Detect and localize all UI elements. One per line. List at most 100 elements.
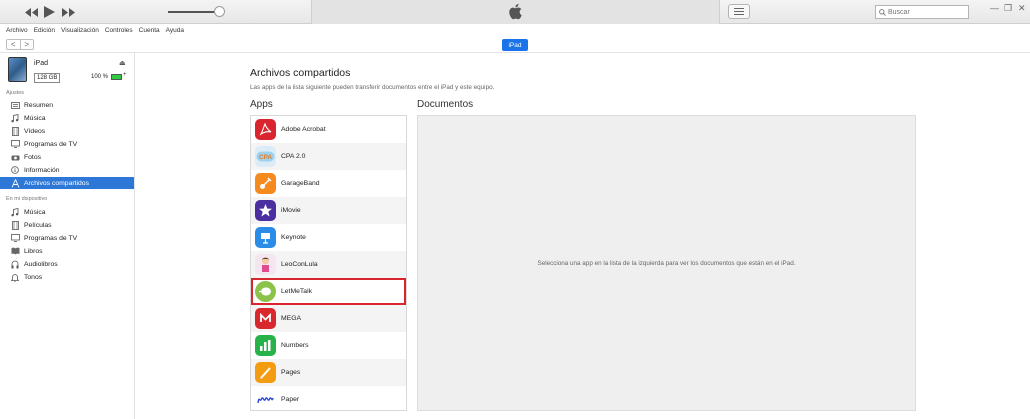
close-button[interactable]: ✕	[1018, 3, 1026, 14]
app-row-letmetalk[interactable]: LetMeTalk	[251, 278, 406, 305]
fast-forward-button[interactable]	[60, 4, 76, 20]
menu-cuenta[interactable]: Cuenta	[139, 27, 160, 34]
camera-icon	[10, 153, 20, 162]
sidebar-item-musica[interactable]: Música	[0, 112, 134, 124]
svg-text:CPA: CPA	[259, 154, 273, 161]
sidebar-item-label: Programas de TV	[24, 140, 78, 148]
sidebar-item-label: Vídeos	[24, 127, 46, 135]
play-icon	[43, 6, 55, 18]
rewind-button[interactable]	[23, 4, 39, 20]
battery-percent: 100 %	[91, 74, 109, 80]
sidebar-item-fotos[interactable]: Fotos	[0, 151, 134, 163]
mega-icon	[255, 308, 276, 329]
sidebar-item-archivos-compartidos[interactable]: Archivos compartidos	[0, 177, 134, 189]
volume-slider[interactable]	[168, 11, 220, 13]
sidebar-item-device-programas-tv[interactable]: Programas de TV	[0, 232, 134, 244]
app-row-mega[interactable]: MEGA	[251, 305, 406, 332]
app-row-garageband[interactable]: GarageBand	[251, 170, 406, 197]
sidebar-item-device-libros[interactable]: Libros	[0, 245, 134, 257]
page-title: Archivos compartidos	[250, 67, 351, 79]
paper-icon	[255, 389, 276, 410]
sidebar-item-label: Programas de TV	[24, 234, 78, 242]
book-icon	[10, 247, 20, 256]
app-row-leoconlula[interactable]: LeoConLula	[251, 251, 406, 278]
app-name: iMovie	[281, 207, 301, 214]
sidebar-item-label: Audiolibros	[24, 260, 58, 268]
app-name: Adobe Acrobat	[281, 126, 326, 133]
sidebar-item-videos[interactable]: Vídeos	[0, 125, 134, 137]
app-name: LeoConLula	[281, 261, 318, 268]
app-row-pages[interactable]: Pages	[251, 359, 406, 386]
sidebar-item-label: Fotos	[24, 153, 41, 161]
search-icon	[879, 8, 886, 16]
list-icon	[734, 8, 744, 15]
sidebar-item-label: Música	[24, 114, 46, 122]
app-row-adobe-acrobat[interactable]: Adobe Acrobat	[251, 116, 406, 143]
sidebar-item-device-tonos[interactable]: Tonos	[0, 271, 134, 283]
menu-controles[interactable]: Controles	[105, 27, 133, 34]
up-next-button[interactable]	[728, 4, 750, 19]
cpa-icon: CPA	[255, 146, 276, 167]
minimize-button[interactable]: —	[990, 3, 999, 13]
keynote-icon	[255, 227, 276, 248]
info-icon	[10, 166, 20, 175]
menu-visualizacion[interactable]: Visualización	[61, 27, 99, 34]
settings-section-title: Ajustes	[6, 90, 25, 96]
fast-forward-icon	[61, 7, 75, 17]
battery-fill	[112, 75, 121, 79]
apps-heading: Apps	[250, 99, 273, 110]
film-icon	[10, 220, 20, 230]
app-name: LetMeTalk	[281, 288, 312, 295]
documents-heading: Documentos	[417, 99, 474, 110]
back-button[interactable]: <	[7, 40, 21, 49]
sidebar-item-label: Tonos	[24, 273, 43, 281]
app-row-numbers[interactable]: Numbers	[251, 332, 406, 359]
app-row-imovie[interactable]: iMovie	[251, 197, 406, 224]
app-row-cpa[interactable]: CPA CPA 2.0	[251, 143, 406, 170]
device-button[interactable]: iPad	[502, 39, 528, 51]
app-name: GarageBand	[281, 180, 320, 187]
sidebar-item-device-audiolibros[interactable]: Audiolibros	[0, 258, 134, 270]
menu-edicion[interactable]: Edición	[34, 27, 55, 34]
page-subtitle: Las apps de la lista siguiente pueden tr…	[250, 84, 495, 91]
maximize-button[interactable]: ❐	[1004, 3, 1012, 14]
eject-icon[interactable]: ⏏	[119, 59, 126, 67]
sidebar-item-label: Música	[24, 208, 46, 216]
adobe-acrobat-icon	[255, 119, 276, 140]
menu-ayuda[interactable]: Ayuda	[166, 27, 184, 34]
tv-icon	[10, 140, 20, 149]
sidebar-item-label: Libros	[24, 247, 43, 255]
sidebar-item-label: Resumen	[24, 101, 54, 109]
sidebar-item-device-musica[interactable]: Música	[0, 206, 134, 218]
imovie-icon	[255, 200, 276, 221]
apple-logo-icon	[509, 3, 522, 20]
player-toolbar: — ❐ ✕	[0, 0, 1030, 24]
history-arrows: < >	[6, 39, 34, 50]
app-name: Keynote	[281, 234, 306, 241]
sidebar-item-device-peliculas[interactable]: Películas	[0, 219, 134, 231]
apps-list: Adobe Acrobat CPA CPA 2.0 GarageBand iMo…	[250, 115, 407, 411]
play-button[interactable]	[41, 4, 57, 20]
menu-archivo[interactable]: Archivo	[6, 27, 28, 34]
app-row-keynote[interactable]: Keynote	[251, 224, 406, 251]
volume-knob[interactable]	[214, 6, 225, 17]
device-name: iPad	[34, 60, 49, 67]
search-input[interactable]	[888, 8, 964, 16]
sidebar-item-label: Películas	[24, 221, 52, 229]
garageband-icon	[255, 173, 276, 194]
music-note-icon	[10, 113, 20, 123]
charging-icon: +	[123, 72, 127, 78]
film-icon	[10, 126, 20, 136]
tv-icon	[10, 234, 20, 243]
sidebar-item-resumen[interactable]: Resumen	[0, 99, 134, 111]
documents-empty-message: Selecciona una app en la lista de la izq…	[537, 259, 796, 267]
forward-button[interactable]: >	[21, 40, 34, 49]
documents-panel: Selecciona una app en la lista de la izq…	[417, 115, 916, 411]
leoconlula-icon	[255, 254, 276, 275]
sidebar-item-informacion[interactable]: Información	[0, 164, 134, 176]
app-name: Pages	[281, 369, 301, 376]
search-field[interactable]	[875, 5, 969, 19]
letmetalk-icon	[255, 281, 276, 302]
app-row-paper[interactable]: Paper	[251, 386, 406, 410]
sidebar-item-programas-tv[interactable]: Programas de TV	[0, 138, 134, 150]
